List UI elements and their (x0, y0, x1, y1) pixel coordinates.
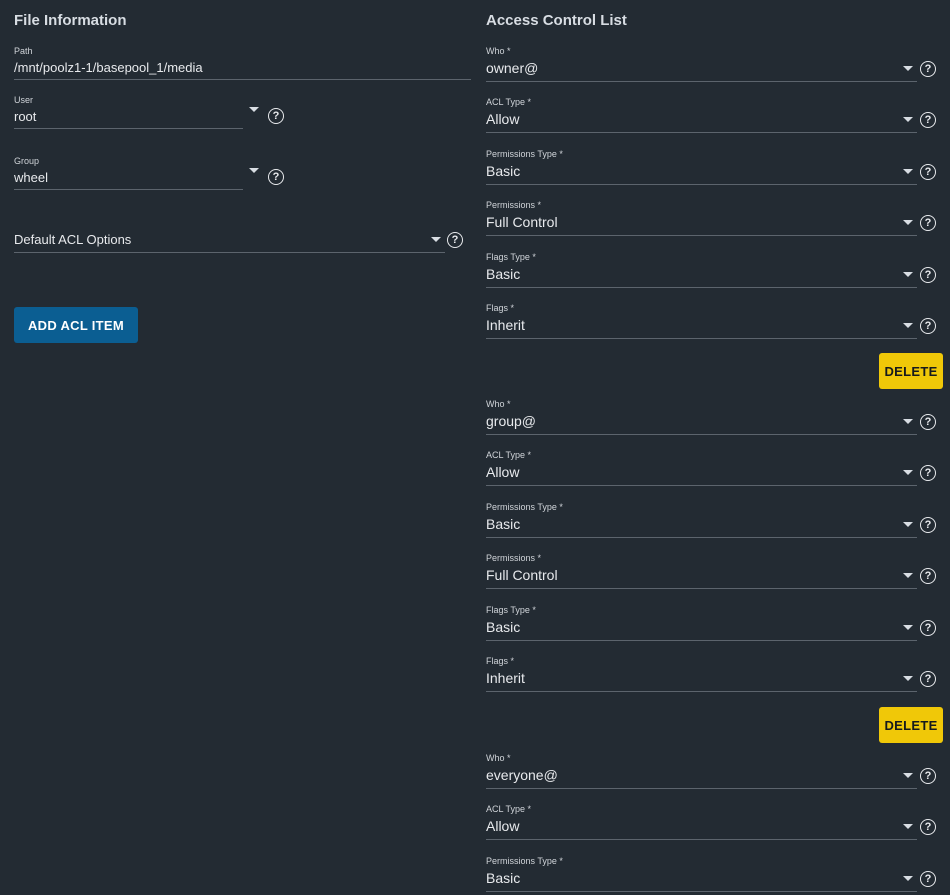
delete-acl-entry-button[interactable]: DELETE (879, 707, 943, 743)
flags-type-select[interactable]: Flags Type * Basic (486, 604, 917, 641)
permissions-type-dropdown-caret-icon[interactable] (903, 169, 913, 174)
who-label: Who * (486, 753, 511, 763)
path-field[interactable]: Path /mnt/poolz1-1/basepool_1/media (14, 45, 471, 80)
who-label: Who * (486, 399, 511, 409)
path-label: Path (14, 46, 33, 56)
who-help-icon[interactable]: ? (920, 61, 936, 77)
acl-type-help-icon[interactable]: ? (920, 465, 936, 481)
permissions-type-dropdown-caret-icon[interactable] (903, 876, 913, 881)
flags-type-label: Flags Type * (486, 605, 536, 615)
acl-type-help-icon[interactable]: ? (920, 112, 936, 128)
flags-label: Flags * (486, 303, 515, 313)
who-value[interactable]: group@ (486, 410, 917, 429)
who-dropdown-caret-icon[interactable] (903, 66, 913, 71)
group-value[interactable]: wheel (14, 167, 243, 185)
permissions-help-icon[interactable]: ? (920, 568, 936, 584)
user-help-icon[interactable]: ? (268, 108, 284, 124)
permissions-type-label: Permissions Type * (486, 502, 563, 512)
permissions-label: Permissions * (486, 553, 542, 563)
who-dropdown-caret-icon[interactable] (903, 419, 913, 424)
who-value[interactable]: everyone@ (486, 764, 917, 783)
acl-type-label: ACL Type * (486, 97, 532, 107)
default-acl-options-placeholder[interactable]: Default ACL Options (14, 228, 445, 247)
who-select[interactable]: Who * everyone@ (486, 752, 917, 789)
delete-acl-entry-button[interactable]: DELETE (879, 353, 943, 389)
permissions-type-value[interactable]: Basic (486, 513, 917, 532)
group-select[interactable]: Group wheel (14, 155, 243, 190)
acl-type-help-icon[interactable]: ? (920, 819, 936, 835)
group-help-icon[interactable]: ? (268, 169, 284, 185)
user-dropdown-caret-icon[interactable] (249, 107, 259, 112)
access-control-list-title: Access Control List (486, 12, 627, 29)
user-value[interactable]: root (14, 106, 243, 124)
permissions-type-value[interactable]: Basic (486, 867, 917, 886)
permissions-type-help-icon[interactable]: ? (920, 871, 936, 887)
acl-type-select[interactable]: ACL Type * Allow (486, 96, 917, 133)
user-select[interactable]: User root (14, 94, 243, 129)
permissions-dropdown-caret-icon[interactable] (903, 220, 913, 225)
default-acl-options-select[interactable]: Default ACL Options (14, 228, 445, 253)
permissions-type-select[interactable]: Permissions Type * Basic (486, 501, 917, 538)
flags-label: Flags * (486, 656, 515, 666)
default-acl-dropdown-caret-icon[interactable] (431, 237, 441, 242)
flags-type-value[interactable]: Basic (486, 616, 917, 635)
flags-select[interactable]: Flags * Inherit (486, 302, 917, 339)
who-select[interactable]: Who * owner@ (486, 45, 917, 82)
flags-type-dropdown-caret-icon[interactable] (903, 625, 913, 630)
acl-type-label: ACL Type * (486, 450, 532, 460)
acl-type-value[interactable]: Allow (486, 461, 917, 480)
acl-type-label: ACL Type * (486, 804, 532, 814)
flags-type-help-icon[interactable]: ? (920, 620, 936, 636)
permissions-label: Permissions * (486, 200, 542, 210)
path-value[interactable]: /mnt/poolz1-1/basepool_1/media (14, 57, 471, 75)
flags-type-value[interactable]: Basic (486, 263, 917, 282)
permissions-type-dropdown-caret-icon[interactable] (903, 522, 913, 527)
who-dropdown-caret-icon[interactable] (903, 773, 913, 778)
who-help-icon[interactable]: ? (920, 414, 936, 430)
who-value[interactable]: owner@ (486, 57, 917, 76)
permissions-select[interactable]: Permissions * Full Control (486, 199, 917, 236)
permissions-value[interactable]: Full Control (486, 564, 917, 583)
permissions-select[interactable]: Permissions * Full Control (486, 552, 917, 589)
permissions-type-label: Permissions Type * (486, 856, 563, 866)
flags-type-help-icon[interactable]: ? (920, 267, 936, 283)
acl-type-dropdown-caret-icon[interactable] (903, 117, 913, 122)
flags-type-select[interactable]: Flags Type * Basic (486, 251, 917, 288)
acl-type-select[interactable]: ACL Type * Allow (486, 803, 917, 840)
acl-type-value[interactable]: Allow (486, 108, 917, 127)
permissions-type-select[interactable]: Permissions Type * Basic (486, 148, 917, 185)
permissions-type-label: Permissions Type * (486, 149, 563, 159)
acl-type-dropdown-caret-icon[interactable] (903, 470, 913, 475)
who-label: Who * (486, 46, 511, 56)
acl-type-value[interactable]: Allow (486, 815, 917, 834)
user-label: User (14, 95, 34, 105)
flags-dropdown-caret-icon[interactable] (903, 323, 913, 328)
who-help-icon[interactable]: ? (920, 768, 936, 784)
flags-dropdown-caret-icon[interactable] (903, 676, 913, 681)
group-label: Group (14, 156, 40, 166)
add-acl-item-button[interactable]: ADD ACL ITEM (14, 307, 138, 343)
permissions-type-help-icon[interactable]: ? (920, 517, 936, 533)
who-select[interactable]: Who * group@ (486, 398, 917, 435)
flags-type-dropdown-caret-icon[interactable] (903, 272, 913, 277)
file-information-title: File Information (14, 12, 127, 29)
permissions-dropdown-caret-icon[interactable] (903, 573, 913, 578)
flags-help-icon[interactable]: ? (920, 318, 936, 334)
acl-type-dropdown-caret-icon[interactable] (903, 824, 913, 829)
flags-help-icon[interactable]: ? (920, 671, 936, 687)
permissions-help-icon[interactable]: ? (920, 215, 936, 231)
flags-value[interactable]: Inherit (486, 314, 917, 333)
flags-value[interactable]: Inherit (486, 667, 917, 686)
permissions-type-select[interactable]: Permissions Type * Basic (486, 855, 917, 892)
default-acl-help-icon[interactable]: ? (447, 232, 463, 248)
permissions-type-value[interactable]: Basic (486, 160, 917, 179)
permissions-type-help-icon[interactable]: ? (920, 164, 936, 180)
group-dropdown-caret-icon[interactable] (249, 168, 259, 173)
permissions-value[interactable]: Full Control (486, 211, 917, 230)
flags-select[interactable]: Flags * Inherit (486, 655, 917, 692)
acl-type-select[interactable]: ACL Type * Allow (486, 449, 917, 486)
flags-type-label: Flags Type * (486, 252, 536, 262)
